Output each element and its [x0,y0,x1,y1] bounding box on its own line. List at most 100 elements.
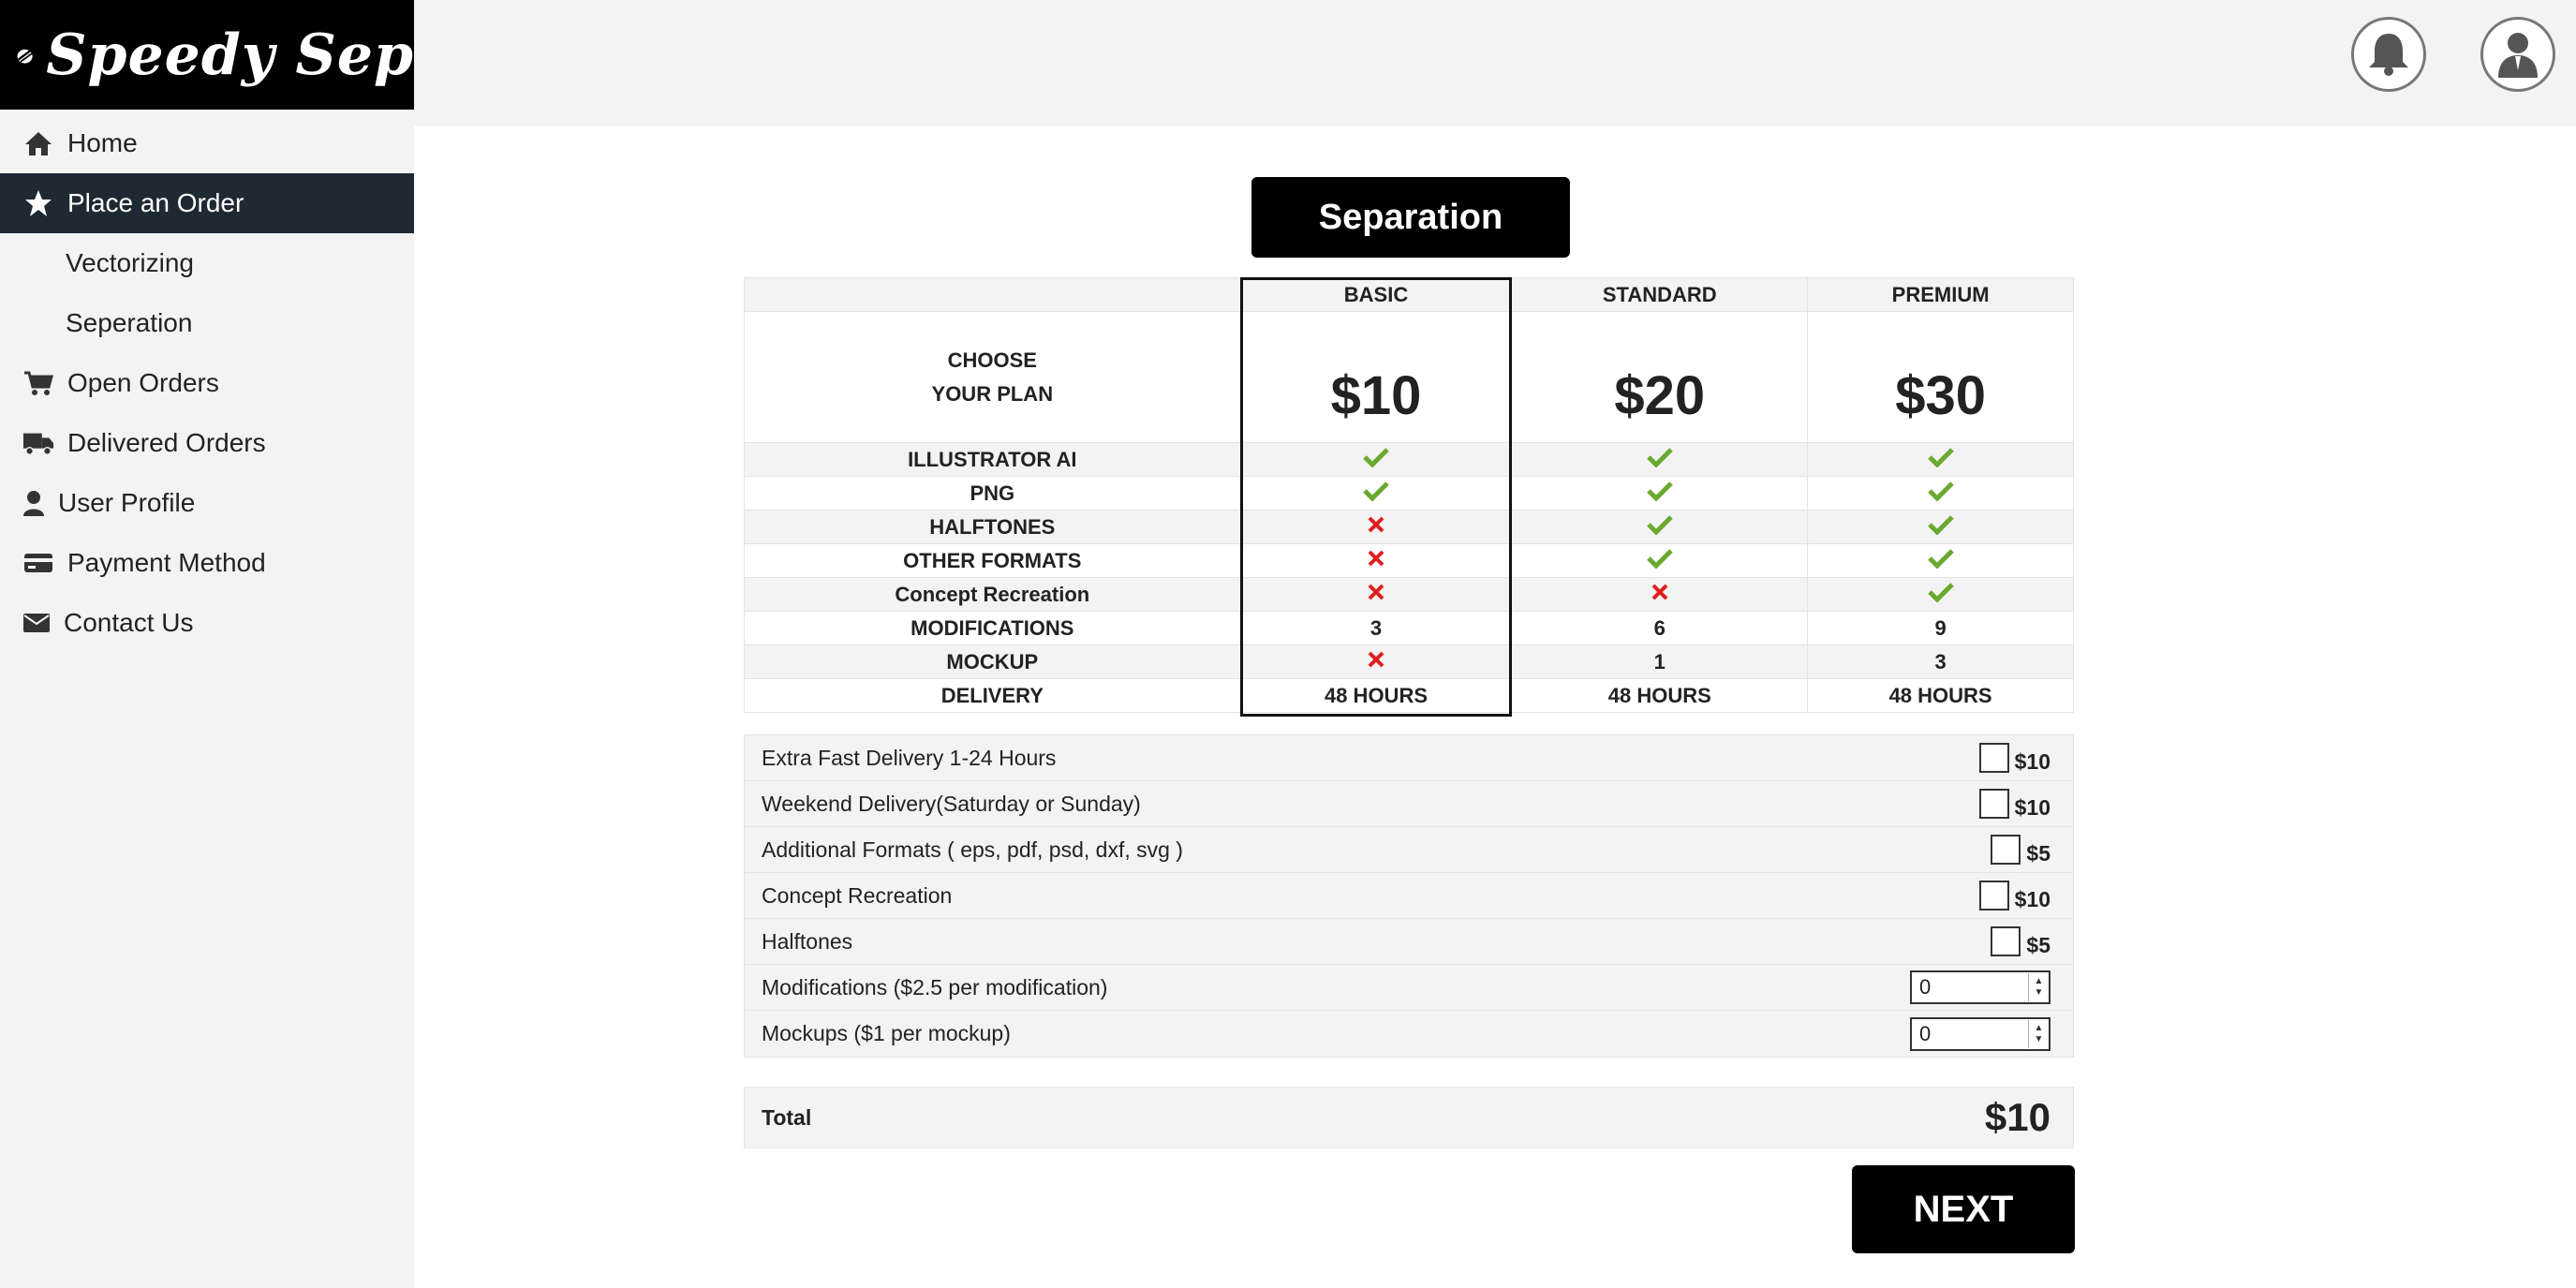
check-icon [1239,442,1513,477]
feature-label: MODIFICATIONS [744,611,1241,645]
sidebar-item-home[interactable]: Home [0,113,414,173]
feature-label: PNG [744,476,1241,511]
check-icon [1239,476,1513,511]
table-header-empty [744,277,1241,312]
top-header [414,0,2576,126]
check-icon [1807,577,2074,612]
user-icon [22,489,45,517]
check-icon [1807,510,2074,544]
extra-fast-delivery-checkbox[interactable] [1978,743,2009,773]
extra-option-label: Halftones [762,928,853,954]
number-stepper[interactable]: ▲ ▼ [2028,973,2049,1001]
sidebar-nav: Home Place an Order Vectorizing Seperati… [0,110,414,653]
choose-line-2: YOUR PLAN [931,381,1054,406]
logo-icon [17,48,34,64]
check-icon [1511,442,1809,477]
plan-header-basic[interactable]: BASIC [1239,277,1513,312]
sidebar-item-open-orders[interactable]: Open Orders [0,353,414,413]
extra-option-control: $5 [1991,925,2050,958]
input-value: 0 [1919,1021,1932,1045]
cross-icon [1239,510,1513,544]
feature-row: MODIFICATIONS 3 6 9 [744,611,2074,645]
extra-option-label: Weekend Delivery(Saturday or Sunday) [762,791,1141,816]
extra-option-label: Concept Recreation [762,882,953,908]
extra-option-label: Mockups ($1 per mockup) [762,1021,1011,1045]
extra-option-control: $10 [1978,742,2050,775]
extra-option-row: Mockups ($1 per mockup) 0 ▲ ▼ [745,1011,2073,1057]
sidebar-item-label: Seperation [66,308,193,337]
plan-header-standard[interactable]: STANDARD [1511,277,1809,312]
extras-panel: Extra Fast Delivery 1-24 Hours $10 Weeke… [744,734,2074,1058]
feature-value-standard: 6 [1511,611,1809,645]
feature-label: OTHER FORMATS [744,543,1241,578]
feature-value-standard: 48 HOURS [1511,678,1809,713]
logo[interactable]: Speedy Sep [0,0,414,110]
feature-label: MOCKUP [744,644,1241,679]
stepper-up-icon[interactable]: ▲ [2035,1023,2044,1034]
choose-line-1: CHOOSE [947,348,1037,372]
stepper-up-icon[interactable]: ▲ [2035,976,2044,987]
sidebar-item-place-an-order[interactable]: Place an Order [0,173,414,233]
feature-label: DELIVERY [744,678,1241,713]
extra-option-control: $10 [1978,788,2050,821]
brand-name: Speedy Sep [46,22,414,88]
user-avatar-icon [2498,33,2538,78]
sidebar-item-contact-us[interactable]: Contact Us [0,593,414,653]
extra-option-control: $10 [1978,880,2050,912]
sidebar-item-user-profile[interactable]: User Profile [0,473,414,533]
profile-button[interactable] [2480,17,2555,92]
check-icon [1511,476,1809,511]
plan-price-basic[interactable]: $10 [1239,311,1513,443]
stepper-down-icon[interactable]: ▼ [2035,987,2044,999]
plan-price-standard[interactable]: $20 [1511,311,1809,443]
extra-option-price: $5 [2026,840,2050,866]
extra-option-row: Additional Formats ( eps, pdf, psd, dxf,… [745,827,2073,873]
extra-option-price: $10 [2014,794,2050,820]
cross-icon [1239,543,1513,578]
sidebar-item-label: User Profile [58,488,196,517]
plan-price-premium[interactable]: $30 [1807,311,2074,443]
sidebar: Speedy Sep Home Place an Order Vectorizi… [0,0,414,1288]
stepper-down-icon[interactable]: ▼ [2035,1034,2044,1045]
cross-icon [1239,644,1513,679]
cross-icon [1511,577,1809,612]
price-value: $20 [1614,365,1706,426]
number-stepper[interactable]: ▲ ▼ [2028,1019,2049,1048]
weekend-delivery-checkbox[interactable] [1978,789,2009,819]
sidebar-item-delivered-orders[interactable]: Delivered Orders [0,413,414,473]
extra-option-row: Extra Fast Delivery 1-24 Hours $10 [745,735,2073,781]
cart-icon [22,369,54,397]
extra-option-row: Halftones $5 [745,919,2073,965]
modifications-number-input[interactable]: 0 ▲ ▼ [1910,970,2050,1004]
notification-button[interactable] [2351,17,2426,92]
sidebar-item-payment-method[interactable]: Payment Method [0,533,414,593]
check-icon [1511,510,1809,544]
additional-formats-checkbox[interactable] [1991,835,2021,865]
home-icon [22,129,54,157]
sidebar-item-seperation[interactable]: Seperation [0,293,414,353]
feature-rows: ILLUSTRATOR AI PNG HALFTONES OTHER FORMATS C… [744,442,2074,713]
sidebar-item-label: Home [67,128,138,157]
plan-header-premium[interactable]: PREMIUM [1807,277,2074,312]
sidebar-item-vectorizing[interactable]: Vectorizing [0,233,414,293]
feature-label: ILLUSTRATOR AI [744,442,1241,477]
total-label: Total [762,1104,812,1130]
extra-option-control: $5 [1991,834,2050,866]
check-icon [1807,476,2074,511]
cross-icon [1239,577,1513,612]
feature-row: Concept Recreation [744,577,2074,612]
plan-comparison-table: BASIC STANDARD PREMIUM CHOOSE YOUR PLAN … [744,277,2074,713]
bell-icon [2369,34,2408,76]
halftones-checkbox[interactable] [1991,926,2021,956]
feature-value-standard: 1 [1511,644,1809,679]
feature-row: OTHER FORMATS [744,543,2074,578]
next-button[interactable]: NEXT [1852,1165,2075,1253]
check-icon [1807,543,2074,578]
extra-option-row: Modifications ($2.5 per modification) 0 … [745,965,2073,1011]
concept-recreation-checkbox[interactable] [1978,881,2009,910]
sidebar-item-label: Payment Method [67,548,266,577]
extra-option-price: $5 [2026,932,2050,957]
extra-option-row: Weekend Delivery(Saturday or Sunday) $10 [745,781,2073,827]
extra-option-label: Extra Fast Delivery 1-24 Hours [762,745,1057,770]
mockups-number-input[interactable]: 0 ▲ ▼ [1910,1016,2050,1051]
